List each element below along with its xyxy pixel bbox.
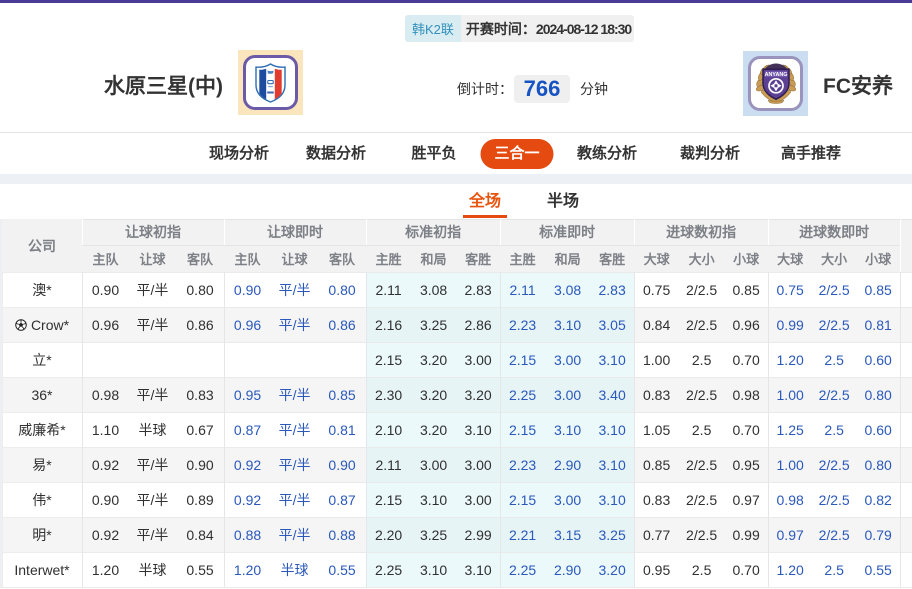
svg-text:ANYANG: ANYANG: [764, 72, 787, 78]
